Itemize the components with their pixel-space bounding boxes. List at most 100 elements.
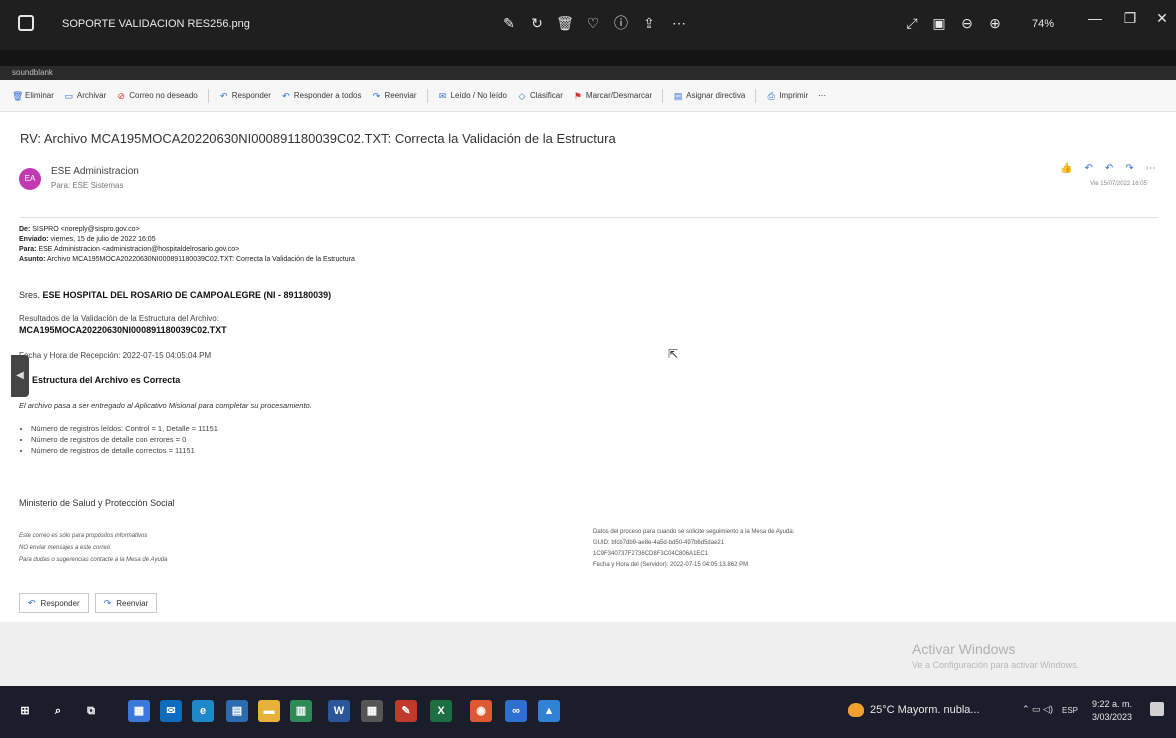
zoom-in-icon[interactable]: ⊕ bbox=[986, 14, 1004, 32]
forward-button[interactable]: ↷ Reenviar bbox=[94, 593, 158, 613]
command-flag[interactable]: ⚑ Marcar/Desmarcar bbox=[573, 91, 652, 101]
command-label: Imprimir bbox=[779, 91, 809, 100]
calculator-icon[interactable]: ▦ bbox=[361, 700, 383, 722]
print-icon: ⎙ bbox=[767, 90, 775, 101]
results-file: MCA195MOCA20220630NI000891180039C02.TXT bbox=[19, 325, 227, 335]
forward-icon[interactable]: ↷ bbox=[1125, 163, 1133, 174]
weather-icon[interactable] bbox=[848, 703, 864, 717]
validation-status: Estructura del Archivo es Correcta bbox=[32, 375, 181, 385]
calendar-app-icon[interactable]: ▦ bbox=[128, 700, 150, 722]
notification-icon[interactable] bbox=[1150, 702, 1164, 716]
activation-watermark-subtitle: Ve a Configuración para activar Windows. bbox=[912, 660, 1080, 670]
fit-icon[interactable]: ⤢ bbox=[903, 14, 921, 32]
sent-value: viernes, 15 de julio de 2022 16:05 bbox=[50, 236, 156, 243]
command-block[interactable]: ⊘ Correo no deseado bbox=[116, 90, 197, 101]
photos-icon[interactable]: ▲ bbox=[538, 700, 560, 722]
reply-icon: ↶ bbox=[28, 597, 36, 608]
share-icon[interactable]: ⇪ bbox=[640, 14, 658, 32]
system-tray-icons[interactable]: ⌃ ▭ ◁) bbox=[1022, 704, 1053, 715]
info-icon[interactable]: ⓘ bbox=[612, 14, 630, 32]
mouse-cursor-icon: ⇱ bbox=[668, 347, 679, 361]
teams-icon[interactable]: ∞ bbox=[505, 700, 527, 722]
command-tag[interactable]: ◇ Clasificar bbox=[517, 91, 563, 101]
mail-app-icon[interactable]: ✉ bbox=[160, 700, 182, 722]
forward-icon: ↷ bbox=[372, 90, 381, 101]
command-label: Eliminar bbox=[25, 91, 54, 100]
account-label: soundblank bbox=[12, 68, 53, 77]
clock-date: 3/03/2023 bbox=[1092, 712, 1133, 722]
reply-all-icon: ↶ bbox=[282, 90, 290, 101]
clock[interactable]: 9:22 a. m. 3/03/2023 bbox=[1092, 698, 1132, 724]
zoom-out-icon[interactable]: ⊖ bbox=[958, 14, 976, 32]
tag-icon: ◇ bbox=[518, 90, 526, 101]
command-label: Reenviar bbox=[384, 91, 417, 100]
account-bar: soundblank bbox=[0, 66, 1176, 80]
excel-icon[interactable]: X bbox=[430, 700, 452, 722]
minimize-button[interactable]: — bbox=[1085, 10, 1105, 30]
language-indicator[interactable]: ESP bbox=[1062, 706, 1078, 715]
footnote-line: Este correo es sólo para propósitos info… bbox=[19, 533, 148, 539]
rotate-icon[interactable]: ↻ bbox=[528, 14, 546, 32]
command-label: Responder a todos bbox=[293, 91, 362, 100]
message-actions: 👍 ↶ ↶ ↷ ⋯ bbox=[1060, 163, 1156, 174]
actual-size-icon[interactable]: ▣ bbox=[930, 14, 948, 32]
ministry-signature: Ministerio de Salud y Protección Social bbox=[19, 498, 175, 508]
search-icon[interactable]: ⌕ bbox=[47, 700, 69, 722]
clock-time: 9:22 a. m. bbox=[1092, 699, 1133, 709]
command-label: Leído / No leído bbox=[450, 91, 507, 100]
command-reply[interactable]: ↶ Responder bbox=[219, 91, 271, 101]
pen-app-icon[interactable]: ✎ bbox=[395, 700, 417, 722]
archive-icon: ▭ bbox=[64, 90, 74, 101]
edge-icon[interactable]: e bbox=[192, 700, 214, 722]
command-reply-all[interactable]: ↶ Responder a todos bbox=[281, 90, 362, 101]
trash-icon: 🗑 bbox=[12, 90, 24, 101]
message-date: Vie 15/07/2022 16:05 bbox=[1090, 181, 1147, 187]
more-icon[interactable]: ⋯ bbox=[670, 14, 688, 32]
from-label: De: bbox=[19, 226, 31, 233]
spreadsheet-app-icon[interactable]: ▥ bbox=[290, 700, 312, 722]
weather-text[interactable]: 25°C Mayorm. nubla... bbox=[870, 704, 980, 716]
toolbar-separator bbox=[755, 88, 757, 103]
heart-icon[interactable]: ♡ bbox=[584, 14, 602, 32]
command-archive[interactable]: ▭ Archivar bbox=[64, 90, 107, 101]
edit-icon[interactable]: ✎ bbox=[500, 14, 518, 32]
prev-image-handle[interactable]: ◀ bbox=[11, 355, 29, 397]
envelope-icon: ✉ bbox=[438, 90, 447, 101]
reception-datetime: Fecha y Hora de Recepción: 2022-07-15 04… bbox=[19, 351, 212, 360]
forwarded-header: De: SISPRO <noreply@sispro.gov.co> Envia… bbox=[19, 225, 355, 265]
word-icon[interactable]: W bbox=[328, 700, 350, 722]
subject-label: Asunto: bbox=[19, 256, 46, 263]
more-commands-icon[interactable]: ⋯ bbox=[818, 91, 826, 100]
explorer-icon[interactable]: ▬ bbox=[258, 700, 280, 722]
subject-value: Archivo MCA195MOCA20220630NI000891180039… bbox=[47, 256, 355, 263]
photos-app-icon bbox=[18, 15, 34, 31]
footnote-line: NO enviar mensajes a este correo bbox=[19, 545, 111, 551]
delete-icon[interactable]: 🗑 bbox=[556, 14, 574, 32]
maximize-button[interactable]: ❐ bbox=[1120, 10, 1140, 30]
reply-all-icon[interactable]: ↶ bbox=[1105, 163, 1113, 174]
sender-name[interactable]: ESE Administracion bbox=[51, 166, 139, 177]
salutation: Sres. ESE HOSPITAL DEL ROSARIO DE CAMPOA… bbox=[19, 290, 331, 300]
more-actions-icon[interactable]: ⋯ bbox=[1146, 163, 1156, 174]
task-view-icon[interactable]: ⧉ bbox=[80, 700, 102, 722]
close-button[interactable]: ✕ bbox=[1152, 10, 1172, 30]
chrome-icon[interactable]: ◉ bbox=[470, 700, 492, 722]
toolbar-separator bbox=[662, 88, 664, 103]
reply-button[interactable]: ↶ Responder bbox=[19, 593, 89, 613]
toolbar-separator bbox=[426, 88, 428, 103]
command-policy[interactable]: ▤ Asignar directiva bbox=[673, 91, 745, 101]
start-icon[interactable]: ⊞ bbox=[14, 700, 36, 722]
footnotes: Este correo es sólo para propósitos info… bbox=[19, 530, 168, 566]
like-icon[interactable]: 👍 bbox=[1060, 163, 1072, 174]
command-label: Responder bbox=[231, 91, 271, 100]
block-icon: ⊘ bbox=[117, 90, 126, 101]
command-envelope[interactable]: ✉ Leído / No leído bbox=[438, 91, 507, 101]
command-print[interactable]: ⎙ Imprimir bbox=[766, 90, 809, 101]
store-icon[interactable]: ▤ bbox=[226, 700, 248, 722]
forward-label: Reenviar bbox=[116, 598, 149, 608]
command-forward[interactable]: ↷ Reenviar bbox=[372, 91, 417, 101]
command-trash[interactable]: 🗑 Eliminar bbox=[12, 91, 54, 101]
results-title: Resultados de la Validación de la Estruc… bbox=[19, 314, 219, 323]
process-info-line: Datos del proceso para cuando se solicit… bbox=[593, 529, 795, 535]
reply-icon[interactable]: ↶ bbox=[1084, 163, 1092, 174]
